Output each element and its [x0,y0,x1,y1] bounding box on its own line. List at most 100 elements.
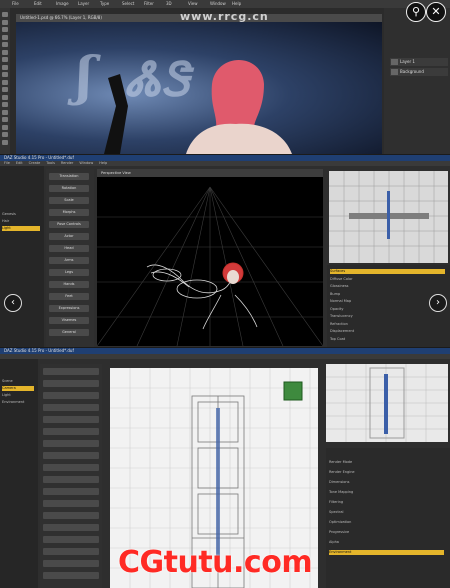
property-row[interactable]: Render Engine [329,470,444,475]
param-slider[interactable] [43,536,99,543]
param-button[interactable]: Head [49,245,89,252]
scene-item[interactable]: Genesis [2,212,40,217]
param-slider[interactable] [43,404,99,411]
property-row[interactable]: Displacement [330,329,445,334]
property-row[interactable]: Spectral [329,510,444,515]
menu-item[interactable]: File [12,0,19,8]
close-icon[interactable]: ✕ [426,2,446,22]
property-row[interactable]: Alpha [329,540,444,545]
param-button[interactable]: Pose Controls [49,221,89,228]
aux-viewport[interactable] [329,171,448,263]
menu-item[interactable]: Type [100,0,109,8]
property-row[interactable]: Optimization [329,520,444,525]
property-row[interactable]: Dimensions [329,480,444,485]
param-slider[interactable] [43,572,99,579]
param-slider[interactable] [43,548,99,555]
property-row[interactable]: Progressive [329,530,444,535]
next-button[interactable]: › [429,294,447,312]
tool-icon[interactable] [2,49,8,55]
layer-row[interactable]: Layer 1 [390,58,448,66]
param-slider[interactable] [43,464,99,471]
tool-icon[interactable] [2,79,8,85]
property-row[interactable]: Filtering [329,500,444,505]
tool-icon[interactable] [2,19,8,25]
property-row[interactable]: Render Mode [329,460,444,465]
param-slider[interactable] [43,392,99,399]
param-slider[interactable] [43,416,99,423]
param-button[interactable]: Arms [49,257,89,264]
param-slider[interactable] [43,368,99,375]
property-row[interactable]: Bump [330,292,445,297]
param-slider[interactable] [43,560,99,567]
menu-item[interactable]: Render [61,161,73,165]
property-row[interactable]: Opacity [330,307,445,312]
menu-item[interactable]: Filter [144,0,154,8]
scene-item[interactable]: Scene [2,379,34,384]
menu-item[interactable]: Help [232,0,241,8]
menu-item[interactable]: Edit [34,0,42,8]
tool-icon[interactable] [2,57,8,62]
tool-icon[interactable] [2,139,8,145]
tool-icon[interactable] [2,124,8,130]
property-row[interactable]: Glossiness [330,284,445,289]
scene-item[interactable]: Environment [2,400,34,405]
layer-row[interactable]: Background [390,68,448,76]
param-slider[interactable] [43,476,99,483]
param-slider[interactable] [43,380,99,387]
prev-button[interactable]: ‹ [4,294,22,312]
menu-item[interactable]: View [188,0,198,8]
tool-icon[interactable] [2,42,8,47]
param-slider[interactable] [43,488,99,495]
tool-icon[interactable] [2,27,8,32]
tool-icon[interactable] [2,87,8,92]
aux-viewport[interactable] [326,364,448,442]
property-row[interactable]: Top Coat [330,337,445,342]
property-row[interactable]: Environment [329,550,444,555]
param-button[interactable]: General [49,329,89,336]
search-icon[interactable]: ⚲ [406,2,426,22]
scene-item[interactable]: Hair [2,219,40,224]
menu-item[interactable]: Help [99,161,107,165]
param-button[interactable]: Morphs [49,209,89,216]
tool-icon[interactable] [2,94,8,100]
param-slider[interactable] [43,452,99,459]
param-slider[interactable] [43,440,99,447]
param-button[interactable]: Legs [49,269,89,276]
menu-item[interactable]: Create [29,161,41,165]
tool-icon[interactable] [2,64,8,70]
property-row[interactable]: Surfaces [330,269,445,274]
param-button[interactable]: Scale [49,197,89,204]
menu-item[interactable]: Image [56,0,69,8]
menu-item[interactable]: 3D [166,0,172,8]
tool-icon[interactable] [2,102,8,107]
param-button[interactable]: Translation [49,173,89,180]
tool-icon[interactable] [2,132,8,137]
property-row[interactable]: Diffuse Color [330,277,445,282]
param-slider[interactable] [43,500,99,507]
scene-item[interactable]: Light [2,226,40,231]
param-button[interactable]: Hands [49,281,89,288]
param-button[interactable]: Feet [49,293,89,300]
menu-item[interactable]: Tools [46,161,55,165]
tool-icon[interactable] [2,109,8,115]
tool-icon[interactable] [2,12,8,17]
menu-item[interactable]: Edit [16,161,23,165]
param-button[interactable]: Expressions [49,305,89,312]
tool-icon[interactable] [2,72,8,77]
tool-icon[interactable] [2,34,8,40]
tool-icon[interactable] [2,117,8,122]
perspective-viewport[interactable]: Perspective View [97,169,323,346]
param-button[interactable]: Rotation [49,185,89,192]
menu-item[interactable]: Window [79,161,93,165]
ps-canvas[interactable]: ʃ ᏜᏕ [16,22,382,154]
menu-item[interactable]: File [4,161,10,165]
param-slider[interactable] [43,512,99,519]
menu-item[interactable]: Layer [78,0,89,8]
menu-item[interactable]: Select [122,0,134,8]
property-row[interactable]: Tone Mapping [329,490,444,495]
param-button[interactable]: Actor [49,233,89,240]
view-cube[interactable] [283,381,303,401]
param-slider[interactable] [43,428,99,435]
property-row[interactable]: Normal Map [330,299,445,304]
scene-item[interactable]: Camera [2,386,34,391]
